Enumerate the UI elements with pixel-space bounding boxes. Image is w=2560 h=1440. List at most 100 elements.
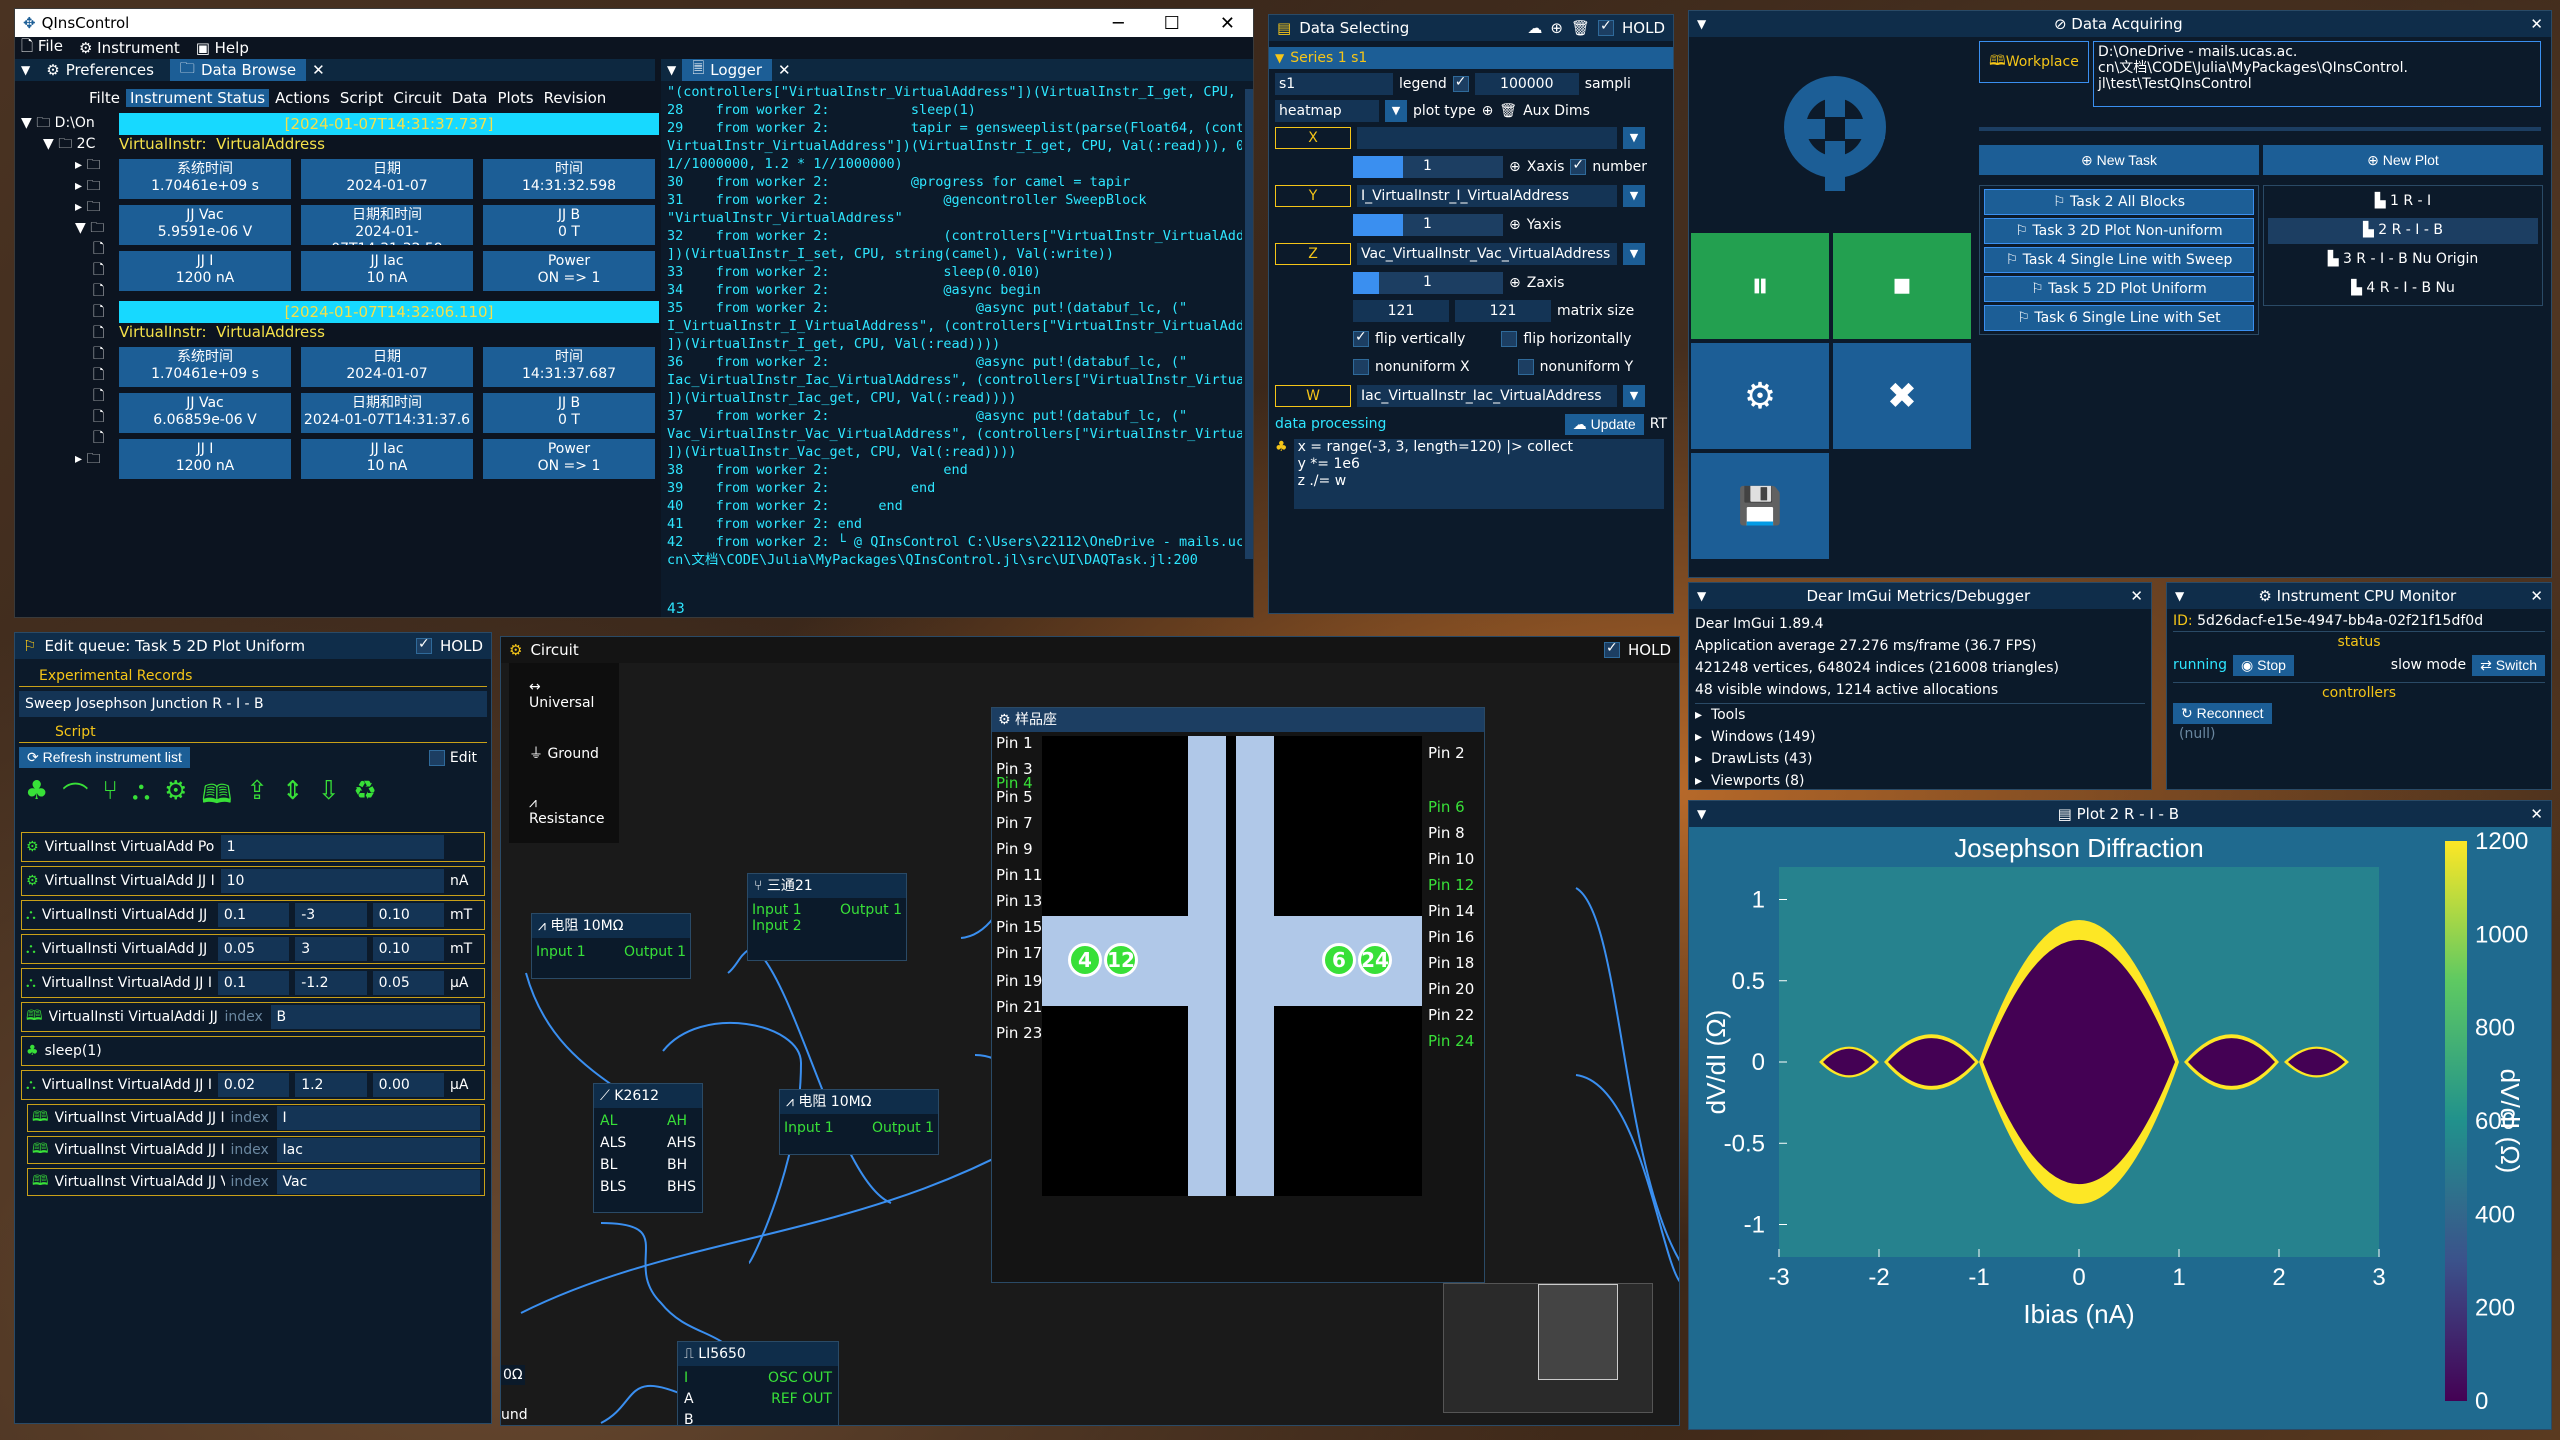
plot-item[interactable]: ▙ 4 R - I - B Nu xyxy=(2268,276,2538,302)
gears-icon[interactable]: ⚙ xyxy=(164,776,187,820)
queue-block[interactable]: ♣ sleep(1) xyxy=(21,1036,485,1066)
hold-checkbox[interactable] xyxy=(1604,640,1620,658)
tools-button[interactable]: ✖ xyxy=(1833,343,1971,449)
cpu-button[interactable]: ⚙ xyxy=(1691,343,1829,449)
flip-horizontal-checkbox[interactable] xyxy=(1501,331,1518,347)
sample-pin[interactable]: Pin 23 xyxy=(996,1024,1042,1042)
workplace-button[interactable]: 🕮 Workplace xyxy=(1979,41,2089,83)
series-header[interactable]: Series 1 s1 xyxy=(1290,50,1367,66)
flip-vertical-checkbox[interactable] xyxy=(1353,329,1369,347)
sample-pin[interactable]: Pin 16 xyxy=(1428,928,1474,946)
tree-windows[interactable]: ▸ Windows (149) xyxy=(1695,726,2145,748)
menu-help[interactable]: ▣ Help xyxy=(196,39,249,57)
sample-pin[interactable]: Pin 14 xyxy=(1428,902,1474,920)
sample-count-input[interactable]: 100000 xyxy=(1474,73,1579,95)
z-select[interactable]: Vac_VirtualInstr_Vac_VirtualAddress xyxy=(1357,243,1617,265)
block-stop[interactable]: 1.2 xyxy=(295,1073,367,1097)
sample-pin[interactable]: Pin 9 xyxy=(996,840,1033,858)
copy-icon[interactable]: ⊕ xyxy=(1509,217,1521,233)
menu-file[interactable]: 🗋 File xyxy=(21,36,63,61)
record-input[interactable]: Sweep Josephson Junction R - I - B xyxy=(19,691,487,717)
tab-revision[interactable]: Revision xyxy=(540,89,611,107)
block-value[interactable]: I xyxy=(276,1106,480,1130)
nonuniform-x-checkbox[interactable] xyxy=(1353,359,1369,375)
close-icon[interactable]: ✕ xyxy=(778,61,791,79)
queue-block[interactable]: ⛬ VirtualInsti VirtualAdd JJ B 0.1-30.10 mT xyxy=(21,900,485,930)
refresh-instruments-button[interactable]: ⟳ Refresh instrument list xyxy=(19,747,190,768)
block-value[interactable]: B xyxy=(270,1005,480,1029)
close-icon[interactable]: ✕ xyxy=(2530,15,2543,33)
reconnect-button[interactable]: ↻ Reconnect xyxy=(2173,703,2272,724)
queue-block[interactable]: 🕮 VirtualInsti VirtualAddi JJ B index B xyxy=(21,1002,485,1032)
plot-kind-select[interactable]: heatmap xyxy=(1275,100,1379,122)
edit-checkbox[interactable] xyxy=(429,749,446,766)
x-select[interactable] xyxy=(1357,127,1617,149)
palette-ground[interactable]: ⏚ Ground xyxy=(509,727,619,779)
sample-pin[interactable]: Pin 8 xyxy=(1428,824,1465,842)
k2612-node[interactable]: ⟋ K2612 AL ALS BL BLS AH AHS BH BHS xyxy=(593,1083,703,1213)
stop-button[interactable]: ⏹ xyxy=(1833,233,1971,339)
sample-pin[interactable]: Pin 12 xyxy=(1428,876,1474,894)
task-item[interactable]: ⚐ Task 2 All Blocks xyxy=(1984,189,2254,215)
palette-resistance[interactable]: ⩘ Resistance xyxy=(509,779,619,843)
tee-node[interactable]: ⑂ 三通21 Input 1 Output 1 Input 2 xyxy=(747,873,907,961)
y-select[interactable]: I_VirtualInstr_I_VirtualAddress xyxy=(1357,185,1617,207)
matrix-x-input[interactable]: 121 xyxy=(1353,300,1449,322)
tab-preferences[interactable]: ⚙ Preferences xyxy=(36,59,164,81)
block-step[interactable]: 0.05 xyxy=(372,971,444,995)
tree-drawlists[interactable]: ▸ DrawLists (43) xyxy=(1695,748,2145,770)
sample-pin[interactable]: Pin 15 xyxy=(996,918,1042,936)
queue-block[interactable]: 🕮 VirtualInst VirtualAdd JJ I index I xyxy=(27,1104,485,1132)
sample-pin[interactable]: Pin 17 xyxy=(996,944,1042,962)
minimap[interactable] xyxy=(1443,1283,1653,1413)
task-item[interactable]: ⚐ Task 6 Single Line with Set xyxy=(1984,305,2254,331)
queue-block[interactable]: ⚙ VirtualInst VirtualAdd JJ Iac 10 nA xyxy=(21,866,485,896)
tab-circuit[interactable]: Circuit xyxy=(389,89,445,107)
block-stop[interactable]: -1.2 xyxy=(295,971,367,995)
hold-checkbox[interactable] xyxy=(1598,18,1614,36)
close-icon[interactable]: ✕ xyxy=(312,61,325,79)
trash-icon[interactable]: 🗑 xyxy=(1499,103,1517,119)
block-step[interactable]: 0.10 xyxy=(372,903,444,927)
tab-script[interactable]: Script xyxy=(336,89,388,107)
save-button[interactable]: 💾 xyxy=(1691,453,1829,559)
upload-icon[interactable]: ⇪ xyxy=(246,776,268,820)
plot-item[interactable]: ▙ 2 R - I - B xyxy=(2268,218,2538,244)
y-index-slider[interactable]: 1 xyxy=(1353,214,1503,236)
tab-plots[interactable]: Plots xyxy=(494,89,538,107)
cloud-icon[interactable]: ☁ xyxy=(1527,19,1542,37)
block-value[interactable]: 10 xyxy=(220,869,444,893)
close-icon[interactable]: ✕ xyxy=(2530,805,2543,823)
legend-checkbox[interactable] xyxy=(1452,74,1469,92)
series-name-input[interactable]: s1 xyxy=(1275,73,1393,95)
block-value[interactable]: 0.05 xyxy=(217,937,290,961)
recycle-icon[interactable]: ♻ xyxy=(354,776,377,820)
sample-pin[interactable]: Pin 13 xyxy=(996,892,1042,910)
z-dim-button[interactable]: Z xyxy=(1275,243,1351,265)
menu-instrument[interactable]: ⚙ Instrument xyxy=(79,39,180,57)
tree-icon[interactable]: ♣ xyxy=(25,776,48,820)
nonuniform-y-checkbox[interactable] xyxy=(1517,359,1534,375)
block-value[interactable]: 0.1 xyxy=(217,903,290,927)
queue-block[interactable]: ⛬ VirtualInsti VirtualAdd JJ B 0.0530.10 mT xyxy=(21,934,485,964)
sample-pin[interactable]: Pin 20 xyxy=(1428,980,1474,998)
new-plot-button[interactable]: ⊕ New Plot xyxy=(2263,145,2543,175)
new-task-button[interactable]: ⊕ New Task xyxy=(1979,145,2259,175)
tab-actions[interactable]: Actions xyxy=(271,89,334,107)
sample-pin[interactable]: Pin 22 xyxy=(1428,1006,1474,1024)
sample-pin[interactable]: Pin 24 xyxy=(1428,1032,1474,1050)
sample-pin[interactable]: Pin 7 xyxy=(996,814,1033,832)
plot-item[interactable]: ▙ 3 R - I - B Nu Origin xyxy=(2268,247,2538,273)
maximize-button[interactable]: ☐ xyxy=(1164,13,1180,34)
tree-tools[interactable]: ▸ Tools xyxy=(1695,704,2145,726)
task-item[interactable]: ⚐ Task 5 2D Plot Uniform xyxy=(1984,276,2254,302)
stop-button[interactable]: ◉ Stop xyxy=(2233,654,2294,676)
block-value[interactable]: Iac xyxy=(276,1138,480,1162)
resistor-node[interactable]: ⩘ 电阻 10MΩ Input 1 Output 1 xyxy=(779,1089,939,1155)
block-step[interactable]: 0.10 xyxy=(372,937,444,961)
block-value[interactable]: 1 xyxy=(220,835,444,859)
block-value[interactable]: Vac xyxy=(276,1170,480,1194)
block-value[interactable]: 0.1 xyxy=(217,971,290,995)
copy-icon[interactable]: ⊕ xyxy=(1509,159,1521,175)
block-stop[interactable]: 3 xyxy=(295,937,367,961)
